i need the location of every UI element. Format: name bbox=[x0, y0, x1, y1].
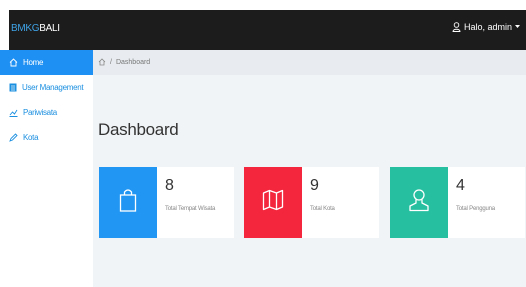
home-icon[interactable] bbox=[98, 57, 106, 68]
sidebar-item-label: Kota bbox=[23, 133, 39, 142]
user-menu-label: Halo, admin bbox=[463, 22, 512, 32]
stat-icon-box bbox=[244, 167, 302, 238]
user-icon bbox=[452, 22, 461, 32]
list-icon bbox=[9, 83, 17, 92]
sidebar-item-label: Home bbox=[23, 58, 44, 67]
stat-label: Total Tempat Wisata bbox=[165, 206, 216, 212]
chart-icon bbox=[9, 108, 18, 117]
main-content: / Dashboard Dashboard 8 Total Tempat Wis… bbox=[93, 50, 526, 287]
map-icon bbox=[262, 189, 284, 216]
shopping-bag-icon bbox=[119, 188, 137, 217]
sidebar-item-kota[interactable]: Kota bbox=[0, 125, 93, 150]
brand-suffix: BALI bbox=[39, 23, 60, 34]
sidebar-item-home[interactable]: Home bbox=[0, 50, 93, 75]
pencil-icon bbox=[9, 133, 18, 142]
stat-value: 4 bbox=[456, 177, 465, 194]
stat-label: Total Pengguna bbox=[456, 206, 495, 212]
caret-down-icon bbox=[515, 25, 520, 29]
sidebar-item-user-management[interactable]: User Management bbox=[0, 75, 93, 100]
user-menu[interactable]: Halo, admin bbox=[452, 22, 520, 32]
sidebar-item-pariwisata[interactable]: Pariwisata bbox=[0, 100, 93, 125]
stat-card-pengguna[interactable]: 4 Total Pengguna bbox=[390, 167, 525, 238]
stat-card-kota[interactable]: 9 Total Kota bbox=[244, 167, 379, 238]
stat-value: 8 bbox=[165, 177, 174, 194]
breadcrumb-separator: / bbox=[110, 59, 112, 66]
brand-logo[interactable]: BMKGBALI bbox=[11, 23, 60, 34]
sidebar-item-label: Pariwisata bbox=[23, 108, 57, 117]
breadcrumb: / Dashboard bbox=[93, 50, 526, 75]
stat-label: Total Kota bbox=[310, 206, 335, 212]
stat-card-tempat-wisata[interactable]: 8 Total Tempat Wisata bbox=[99, 167, 234, 238]
home-icon bbox=[9, 58, 18, 67]
sidebar-item-label: User Management bbox=[22, 83, 84, 92]
stat-icon-box bbox=[390, 167, 448, 238]
stat-value: 9 bbox=[310, 177, 319, 194]
stat-icon-box bbox=[99, 167, 157, 238]
breadcrumb-current: Dashboard bbox=[115, 59, 151, 66]
user-icon bbox=[408, 188, 430, 217]
brand-prefix: BMKG bbox=[11, 23, 40, 34]
sidebar: Home User Management Pariwisata Kota bbox=[0, 50, 93, 287]
top-navbar: BMKGBALI Halo, admin bbox=[9, 10, 526, 50]
page-title: Dashboard bbox=[98, 120, 179, 139]
